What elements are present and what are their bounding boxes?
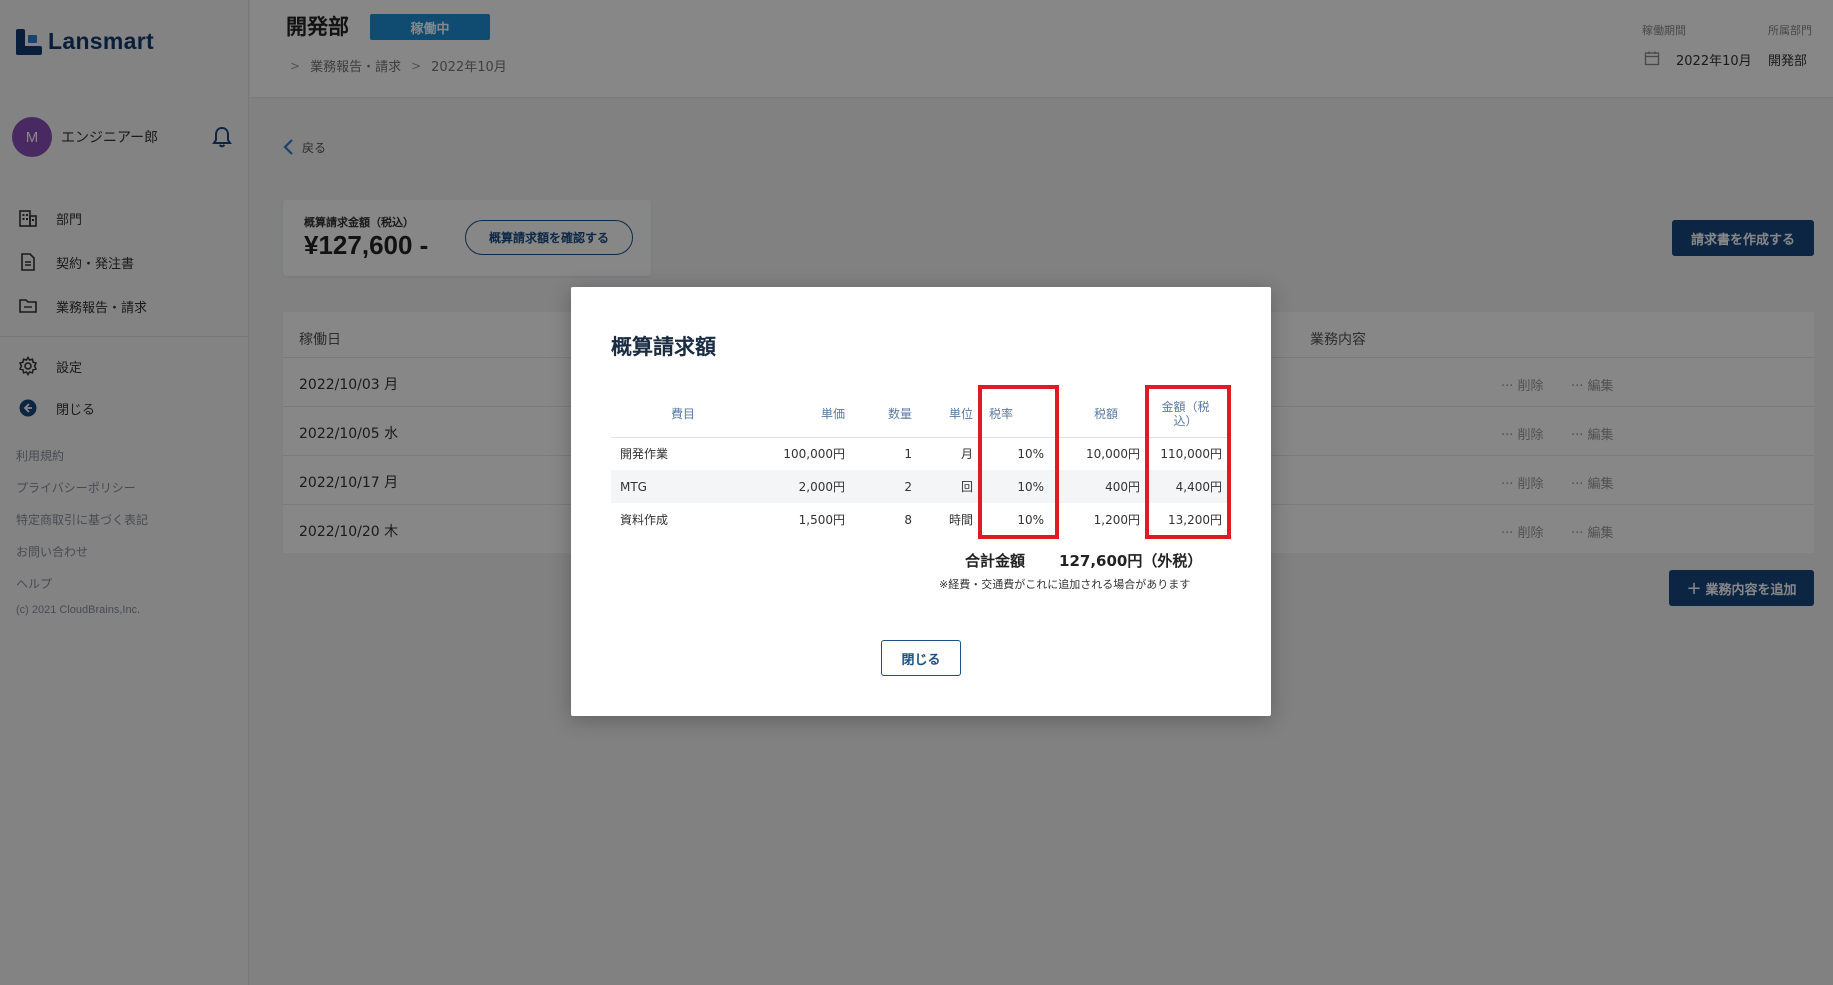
column-header: 単価: [755, 391, 845, 438]
column-header: 単位: [912, 391, 973, 438]
item-name: MTG: [611, 470, 755, 503]
total-line: 合計金額 127,600円（外税）: [965, 550, 1202, 571]
item-qty: 8: [904, 512, 912, 527]
item-unit: 回: [912, 470, 973, 503]
item-price: 2,000円: [755, 470, 845, 503]
item-price: 1,500円: [798, 513, 845, 527]
close-button[interactable]: 閉じる: [881, 640, 961, 676]
item-tax: 400円: [1053, 470, 1140, 503]
item-name: 開発作業: [620, 447, 669, 462]
item-tax: 10,000円: [1086, 447, 1140, 462]
item-unit: 月: [960, 447, 973, 462]
item-price: 100,000円: [783, 447, 845, 462]
highlight-tax-rate-column: [978, 385, 1059, 539]
item-name: 資料作成: [620, 513, 669, 527]
total-label: 合計金額: [965, 552, 1026, 570]
column-header: 税額: [1053, 391, 1140, 438]
estimate-table: 費目 単価 数量 単位 税率 税額 金額（税込） 開発作業 100,000円 1…: [611, 391, 1231, 536]
note-text: ※経費・交通費がこれに追加される場合があります: [939, 578, 1191, 591]
total-value: 127,600円（外税）: [1059, 552, 1203, 570]
table-row: 開発作業 100,000円 1 月 10% 10,000円 110,000円: [611, 437, 1231, 470]
table-row: 資料作成 1,500円 8 時間 10% 1,200円 13,200円: [611, 503, 1231, 536]
column-header: 費目: [611, 391, 755, 438]
highlight-amount-column: [1145, 385, 1231, 539]
table-row: MTG 2,000円 2 回 10% 400円 4,400円: [611, 470, 1231, 503]
item-unit: 時間: [948, 513, 973, 527]
column-header: 数量: [845, 391, 912, 438]
item-tax: 1,200円: [1093, 513, 1140, 527]
item-qty: 2: [845, 470, 912, 503]
estimate-modal: 概算請求額 費目 単価 数量 単位 税率 税額 金額（税込） 開発作業 100,…: [571, 287, 1271, 716]
item-qty: 1: [904, 446, 912, 461]
modal-title: 概算請求額: [611, 335, 716, 359]
